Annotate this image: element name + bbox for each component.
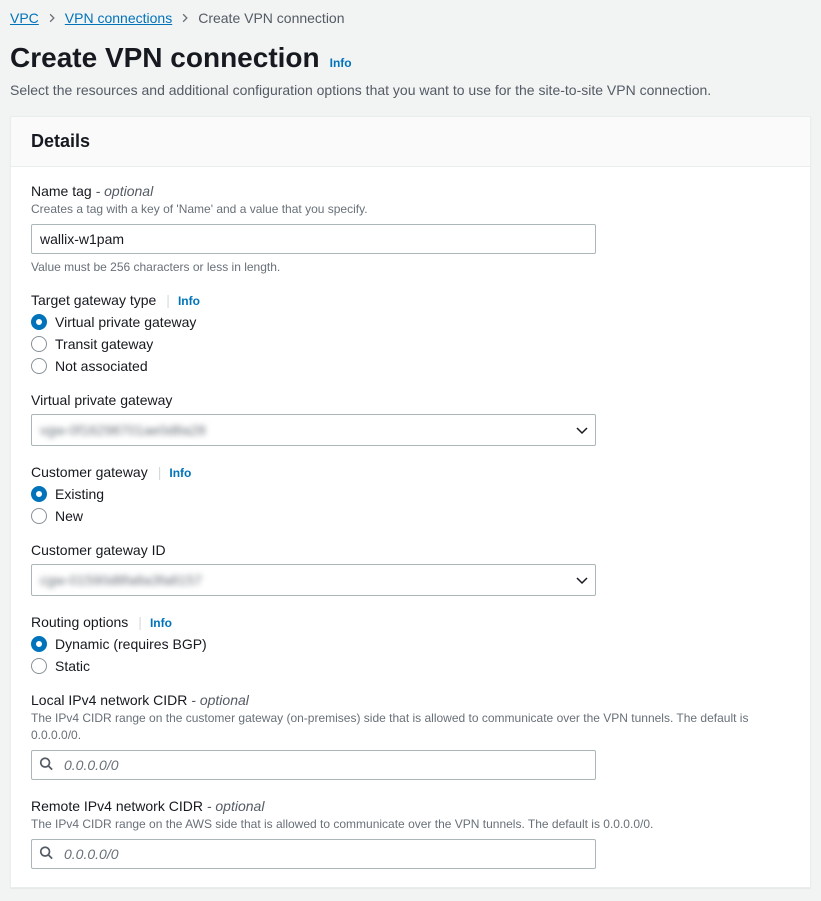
- chevron-right-icon: [180, 13, 190, 23]
- field-remote-ipv4-cidr: Remote IPv4 network CIDR - optional The …: [31, 798, 790, 869]
- radio-icon: [31, 314, 47, 330]
- cgw-id-select[interactable]: cgw-01590d8fa8a3fa8157: [31, 564, 596, 596]
- radio-icon: [31, 358, 47, 374]
- info-link-page[interactable]: Info: [330, 56, 352, 70]
- radio-icon: [31, 658, 47, 674]
- vpg-label: Virtual private gateway: [31, 392, 172, 408]
- name-tag-desc: Creates a tag with a key of 'Name' and a…: [31, 201, 790, 218]
- routing-label: Routing options: [31, 614, 128, 630]
- target-gateway-label: Target gateway type: [31, 292, 156, 308]
- radio-label: Dynamic (requires BGP): [55, 636, 207, 652]
- breadcrumb: VPC VPN connections Create VPN connectio…: [10, 10, 811, 26]
- info-link-customer-gateway[interactable]: Info: [169, 466, 191, 480]
- search-icon: [39, 845, 53, 862]
- field-virtual-private-gateway: Virtual private gateway vgw-0f16298701ae…: [31, 392, 790, 446]
- radio-transit-gateway[interactable]: Transit gateway: [31, 336, 790, 352]
- radio-existing[interactable]: Existing: [31, 486, 790, 502]
- chevron-right-icon: [47, 13, 57, 23]
- card-header: Details: [11, 117, 810, 167]
- field-target-gateway-type: Target gateway type | Info Virtual priva…: [31, 292, 790, 374]
- radio-icon: [31, 486, 47, 502]
- name-tag-hint: Value must be 256 characters or less in …: [31, 260, 790, 274]
- info-link-target-gateway[interactable]: Info: [178, 294, 200, 308]
- radio-static[interactable]: Static: [31, 658, 790, 674]
- customer-gateway-label: Customer gateway: [31, 464, 148, 480]
- radio-icon: [31, 508, 47, 524]
- card-title: Details: [31, 131, 790, 152]
- radio-new[interactable]: New: [31, 508, 790, 524]
- details-card: Details Name tag - optional Creates a ta…: [10, 116, 811, 887]
- vpg-select[interactable]: vgw-0f16298701ae0d8a28: [31, 414, 596, 446]
- vpg-select-value: vgw-0f16298701ae0d8a28: [40, 422, 206, 438]
- radio-virtual-private-gateway[interactable]: Virtual private gateway: [31, 314, 790, 330]
- remote-cidr-label: Remote IPv4 network CIDR - optional: [31, 798, 264, 814]
- radio-icon: [31, 336, 47, 352]
- local-cidr-desc: The IPv4 CIDR range on the customer gate…: [31, 710, 790, 744]
- radio-label: New: [55, 508, 83, 524]
- field-customer-gateway: Customer gateway | Info Existing New: [31, 464, 790, 524]
- local-cidr-input[interactable]: [31, 750, 596, 780]
- breadcrumb-vpc[interactable]: VPC: [10, 10, 39, 26]
- radio-label: Existing: [55, 486, 104, 502]
- name-tag-input[interactable]: [31, 224, 596, 254]
- field-routing-options: Routing options | Info Dynamic (requires…: [31, 614, 790, 674]
- radio-label: Static: [55, 658, 90, 674]
- field-customer-gateway-id: Customer gateway ID cgw-01590d8fa8a3fa81…: [31, 542, 790, 596]
- breadcrumb-current: Create VPN connection: [198, 10, 344, 26]
- remote-cidr-input[interactable]: [31, 839, 596, 869]
- field-local-ipv4-cidr: Local IPv4 network CIDR - optional The I…: [31, 692, 790, 780]
- radio-not-associated[interactable]: Not associated: [31, 358, 790, 374]
- page-title: Create VPN connection: [10, 40, 320, 76]
- breadcrumb-vpn-connections[interactable]: VPN connections: [65, 10, 172, 26]
- search-icon: [39, 756, 53, 773]
- name-tag-label: Name tag - optional: [31, 183, 153, 199]
- radio-label: Transit gateway: [55, 336, 153, 352]
- remote-cidr-desc: The IPv4 CIDR range on the AWS side that…: [31, 816, 790, 833]
- info-link-routing[interactable]: Info: [150, 616, 172, 630]
- cgw-id-select-value: cgw-01590d8fa8a3fa8157: [40, 572, 202, 588]
- radio-label: Not associated: [55, 358, 148, 374]
- cgw-id-label: Customer gateway ID: [31, 542, 166, 558]
- radio-icon: [31, 636, 47, 652]
- local-cidr-label: Local IPv4 network CIDR - optional: [31, 692, 249, 708]
- field-name-tag: Name tag - optional Creates a tag with a…: [31, 183, 790, 274]
- page-subtitle: Select the resources and additional conf…: [10, 82, 811, 98]
- radio-label: Virtual private gateway: [55, 314, 196, 330]
- radio-dynamic[interactable]: Dynamic (requires BGP): [31, 636, 790, 652]
